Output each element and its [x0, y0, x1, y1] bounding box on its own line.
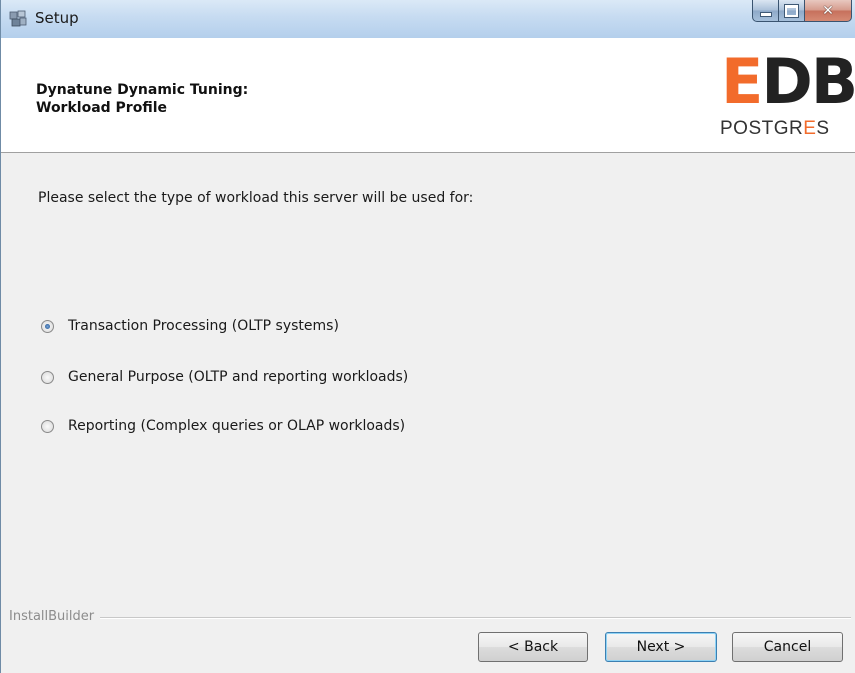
option-label: Reporting (Complex queries or OLAP workl…: [68, 418, 406, 434]
option-transaction-processing[interactable]: Transaction Processing (OLTP systems): [41, 318, 339, 334]
option-label: Transaction Processing (OLTP systems): [68, 318, 339, 334]
back-button[interactable]: < Back: [478, 632, 588, 662]
option-label: General Purpose (OLTP and reporting work…: [68, 369, 409, 385]
page-title: Dynatune Dynamic Tuning: Workload Profil…: [36, 81, 248, 117]
header-panel: Dynatune Dynamic Tuning: Workload Profil…: [1, 38, 855, 153]
close-icon: ✕: [822, 2, 834, 19]
caption-buttons: ✕: [752, 0, 852, 22]
radio-button[interactable]: [41, 419, 54, 433]
minimize-icon: [759, 12, 772, 17]
minimize-button[interactable]: [752, 0, 779, 22]
radio-button-selected[interactable]: [41, 319, 54, 333]
edb-postgres-logo: EDB POSTGRES: [715, 51, 855, 151]
setup-window: Setup ✕ Dynatune Dynamic Tuning: Workloa…: [0, 0, 855, 673]
workload-prompt: Please select the type of workload this …: [38, 190, 474, 206]
installbuilder-label: InstallBuilder: [9, 609, 101, 624]
setup-app-icon: [9, 10, 27, 27]
title-bar[interactable]: Setup ✕: [1, 0, 855, 39]
next-button[interactable]: Next >: [605, 632, 717, 662]
option-reporting[interactable]: Reporting (Complex queries or OLAP workl…: [41, 418, 405, 434]
maximize-icon: [784, 3, 799, 18]
window-title: Setup: [35, 9, 79, 27]
page-title-line1: Dynatune Dynamic Tuning:: [36, 82, 249, 98]
logo-postgres-text: POSTGRES: [720, 118, 830, 139]
close-button[interactable]: ✕: [805, 0, 852, 22]
radio-button[interactable]: [41, 370, 54, 384]
option-general-purpose[interactable]: General Purpose (OLTP and reporting work…: [41, 369, 408, 385]
page-title-line2: Workload Profile: [36, 100, 167, 116]
cancel-button[interactable]: Cancel: [732, 632, 843, 662]
logo-edb-text: EDB: [721, 45, 855, 118]
maximize-button[interactable]: [779, 0, 805, 22]
footer-divider: [9, 617, 851, 619]
